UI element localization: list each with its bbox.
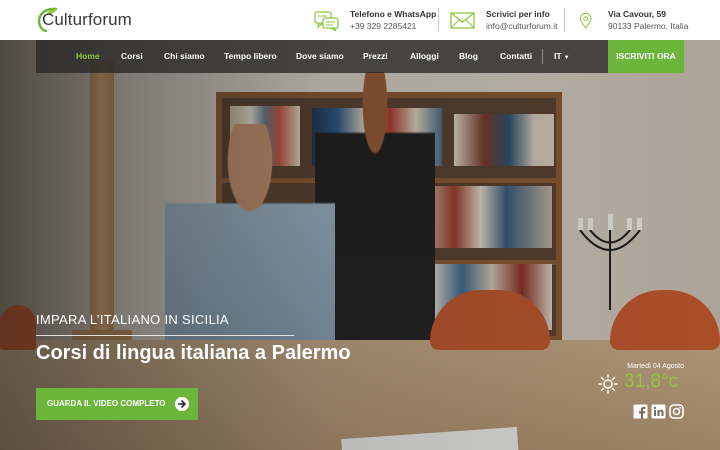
nav-item-prezzi[interactable]: Prezzi xyxy=(363,40,388,73)
hero-title: Corsi di lingua italiana a Palermo xyxy=(36,342,351,364)
main-navigation: Home Corsi Chi siamo Tempo libero Dove s… xyxy=(36,40,608,73)
contact-value: 90133 Palermo, Italia xyxy=(608,21,689,31)
nav-item-contatti[interactable]: Contatti xyxy=(500,40,532,73)
mail-icon xyxy=(450,12,475,29)
weather-temperature: 31,8°c xyxy=(624,371,679,392)
nav-item-home[interactable]: Home xyxy=(76,40,100,73)
nav-item-corsi[interactable]: Corsi xyxy=(121,40,143,73)
contact-email[interactable]: Scrivici per info info@culturforum.it xyxy=(450,8,557,36)
instagram-icon[interactable] xyxy=(669,404,684,419)
logo-text: Culturforum xyxy=(42,10,132,29)
contact-title: Scrivici per info xyxy=(486,9,550,19)
hero-subtitle: IMPARA L’ITALIANO IN SICILIA xyxy=(36,312,229,327)
contact-address[interactable]: Via Cavour, 59 90133 Palermo, Italia xyxy=(578,8,688,36)
contact-title: Telefono e WhatsApp xyxy=(350,9,437,19)
watch-video-button[interactable]: GUARDA IL VIDEO COMPLETO xyxy=(36,388,198,420)
contact-phone[interactable]: Telefono e WhatsApp +39 329 2285421 xyxy=(314,8,436,36)
hero-subtitle-underline xyxy=(36,335,294,336)
nav-item-dove-siamo[interactable]: Dove siamo xyxy=(296,40,344,73)
location-pin-icon xyxy=(579,12,592,29)
divider xyxy=(438,8,439,32)
language-selector[interactable]: IT ▼ xyxy=(554,40,570,73)
enroll-now-button[interactable]: ISCRIVITI ORA xyxy=(608,40,684,73)
nav-item-blog[interactable]: Blog xyxy=(459,40,478,73)
nav-item-tempo-libero[interactable]: Tempo libero xyxy=(224,40,277,73)
nav-item-chi-siamo[interactable]: Chi siamo xyxy=(164,40,205,73)
chat-icon xyxy=(314,11,339,32)
contact-value[interactable]: info@culturforum.it xyxy=(486,20,557,32)
contact-title: Via Cavour, 59 xyxy=(608,9,666,19)
hero-section: Home Corsi Chi siamo Tempo libero Dove s… xyxy=(0,40,720,450)
watch-video-label: GUARDA IL VIDEO COMPLETO xyxy=(47,399,166,408)
nav-divider xyxy=(542,49,543,64)
sun-icon xyxy=(598,374,618,394)
arrow-right-icon xyxy=(175,397,189,411)
weather-date: Martedì 04 Agosto xyxy=(627,363,684,370)
top-header: Culturforum Telefono e WhatsApp +39 329 … xyxy=(0,0,720,40)
caret-down-icon: ▼ xyxy=(563,55,570,61)
facebook-icon[interactable] xyxy=(633,404,648,419)
contact-value[interactable]: +39 329 2285421 xyxy=(350,20,436,32)
linkedin-icon[interactable] xyxy=(651,404,666,419)
language-label: IT xyxy=(554,51,562,61)
nav-item-alloggi[interactable]: Alloggi xyxy=(410,40,439,73)
divider xyxy=(564,8,565,32)
